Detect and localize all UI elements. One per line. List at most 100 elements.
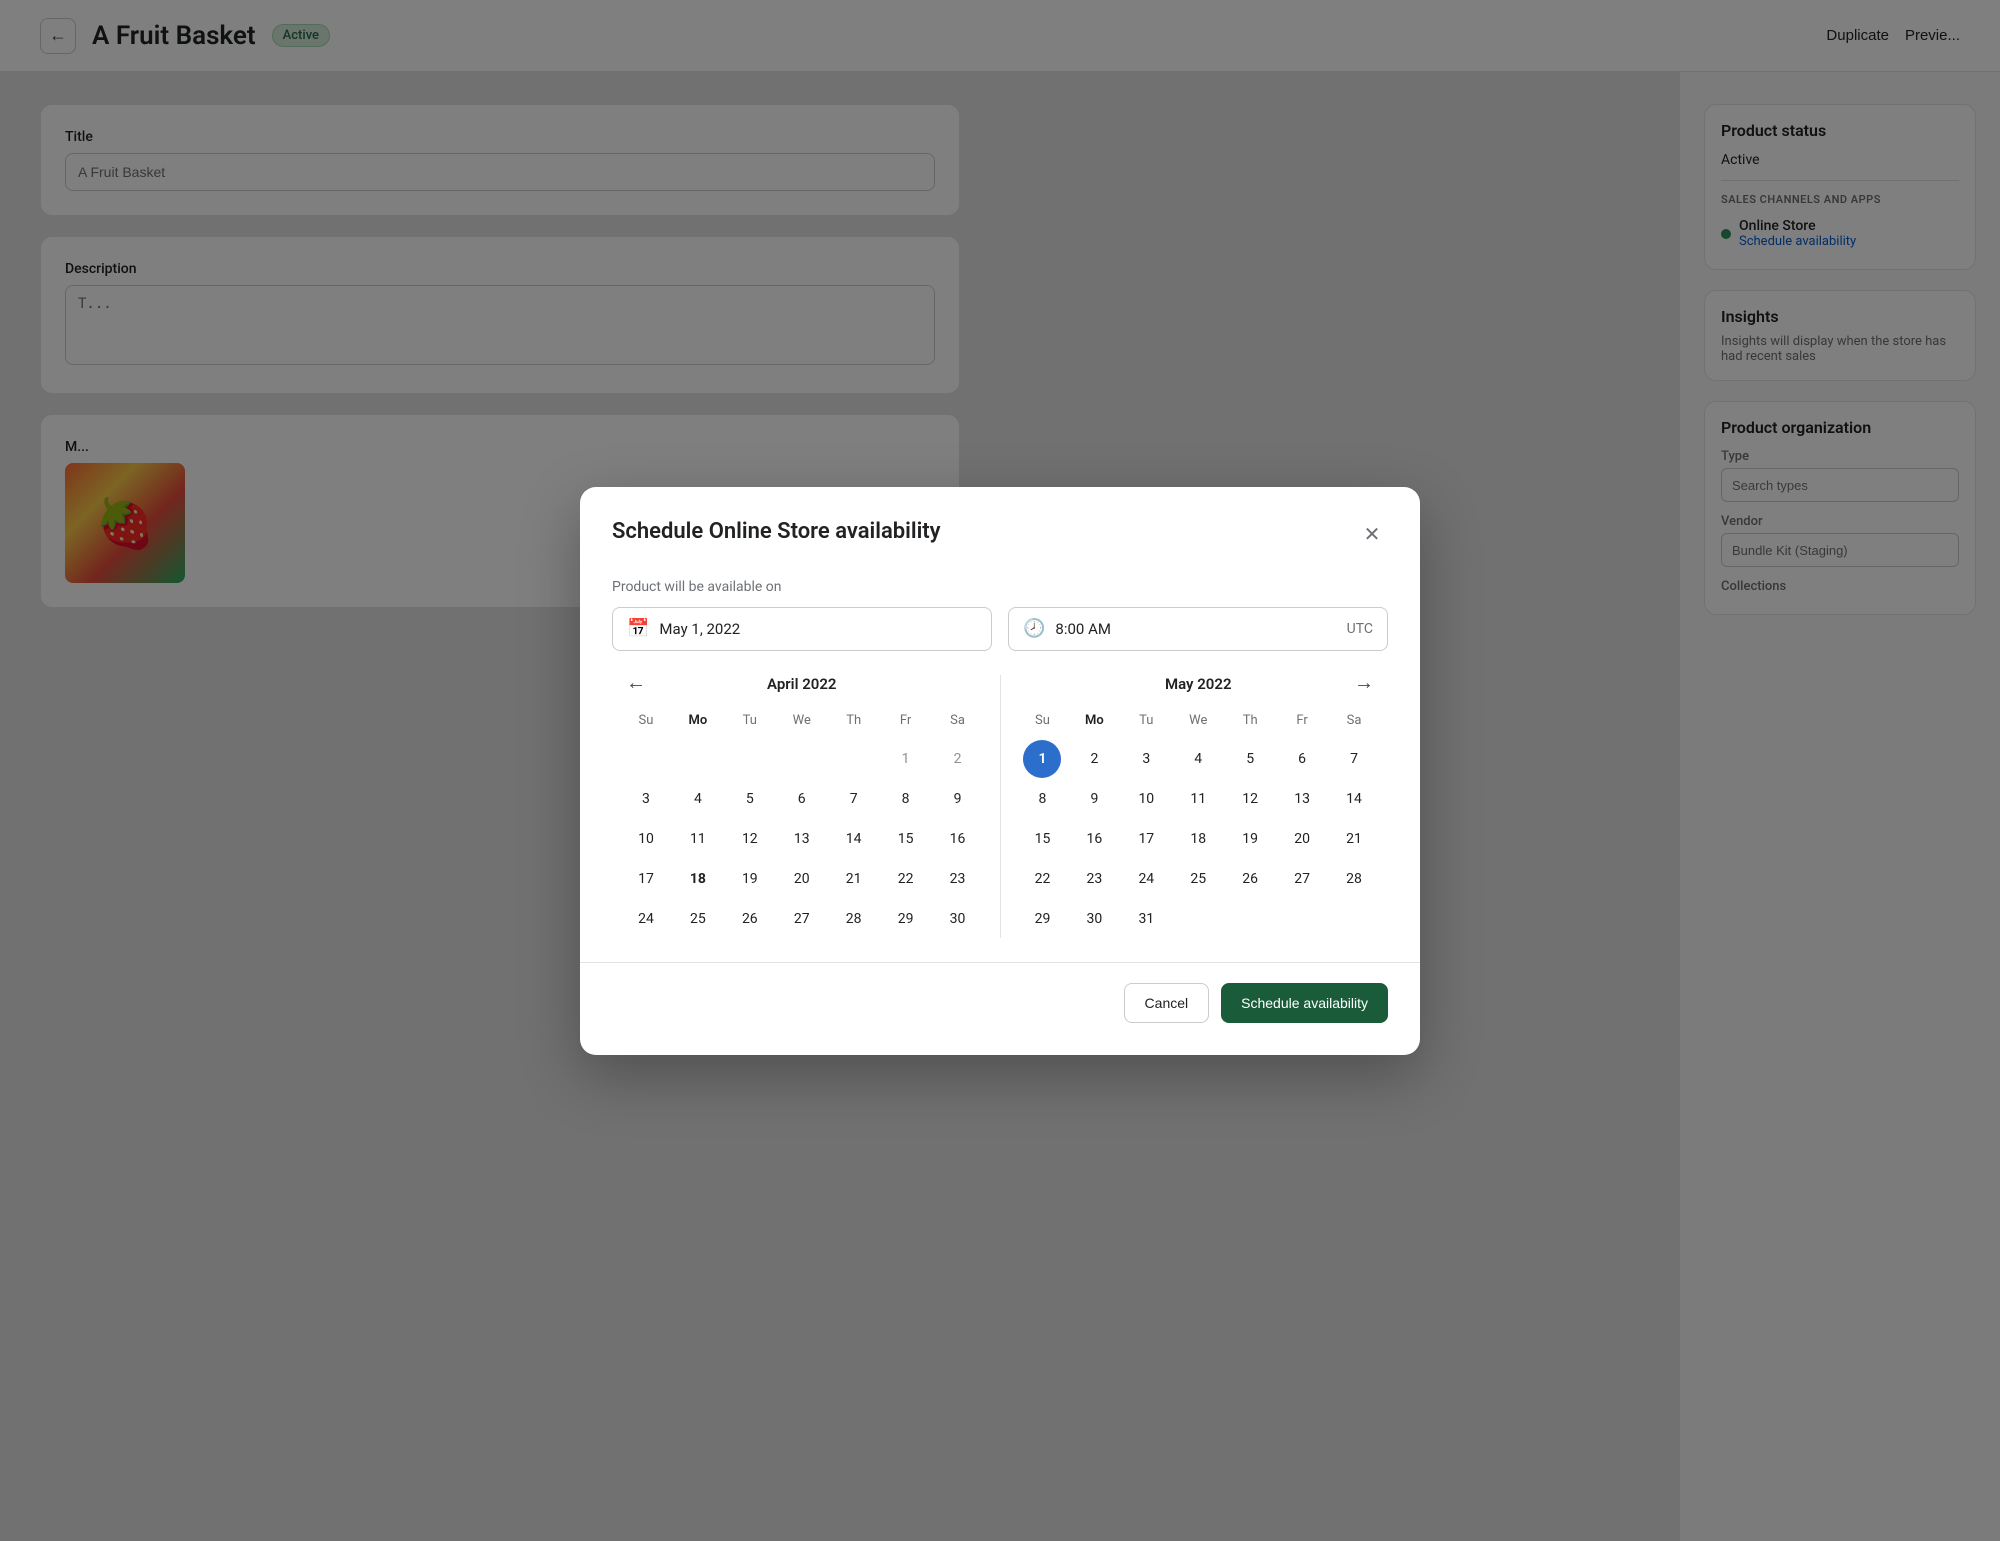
table-row[interactable]: 4 bbox=[1179, 740, 1217, 778]
table-row[interactable]: 2 bbox=[939, 740, 977, 778]
table-row[interactable]: 22 bbox=[1023, 860, 1061, 898]
table-row[interactable]: 23 bbox=[1075, 860, 1113, 898]
table-row[interactable]: 25 bbox=[1179, 860, 1217, 898]
weekday-th: Th bbox=[828, 709, 880, 732]
may-weekday-we: We bbox=[1172, 709, 1224, 732]
calendars-row: ← April 2022 Su Mo Tu We Th Fr Sa 123456… bbox=[612, 675, 1388, 938]
april-title: April 2022 bbox=[767, 675, 836, 693]
close-button[interactable]: ✕ bbox=[1356, 519, 1388, 551]
may-weekday-th: Th bbox=[1224, 709, 1276, 732]
table-row[interactable]: 17 bbox=[627, 860, 665, 898]
table-row bbox=[835, 740, 873, 778]
table-row[interactable]: 15 bbox=[887, 820, 925, 858]
table-row[interactable]: 15 bbox=[1023, 820, 1061, 858]
table-row[interactable]: 29 bbox=[1023, 900, 1061, 938]
table-row[interactable]: 13 bbox=[1283, 780, 1321, 818]
table-row[interactable]: 8 bbox=[887, 780, 925, 818]
table-row bbox=[1231, 900, 1269, 938]
table-row[interactable]: 29 bbox=[887, 900, 925, 938]
table-row[interactable]: 25 bbox=[679, 900, 717, 938]
table-row[interactable]: 13 bbox=[783, 820, 821, 858]
table-row[interactable]: 28 bbox=[835, 900, 873, 938]
table-row[interactable]: 22 bbox=[887, 860, 925, 898]
table-row[interactable]: 20 bbox=[783, 860, 821, 898]
modal-footer-separator bbox=[580, 962, 1420, 963]
weekday-fr: Fr bbox=[880, 709, 932, 732]
date-input[interactable]: 📅 May 1, 2022 bbox=[612, 607, 992, 651]
table-row[interactable]: 7 bbox=[835, 780, 873, 818]
table-row[interactable]: 6 bbox=[783, 780, 821, 818]
table-row[interactable]: 5 bbox=[731, 780, 769, 818]
table-row[interactable]: 10 bbox=[1127, 780, 1165, 818]
next-month-button[interactable]: → bbox=[1348, 668, 1380, 700]
table-row[interactable]: 19 bbox=[731, 860, 769, 898]
table-row[interactable]: 8 bbox=[1023, 780, 1061, 818]
table-row[interactable]: 1 bbox=[887, 740, 925, 778]
may-weekday-fr: Fr bbox=[1276, 709, 1328, 732]
weekday-mo: Mo bbox=[672, 709, 724, 732]
timezone-label: UTC bbox=[1347, 621, 1373, 637]
table-row[interactable]: 4 bbox=[679, 780, 717, 818]
table-row[interactable]: 16 bbox=[939, 820, 977, 858]
table-row[interactable]: 24 bbox=[1127, 860, 1165, 898]
table-row[interactable]: 12 bbox=[1231, 780, 1269, 818]
table-row[interactable]: 24 bbox=[627, 900, 665, 938]
table-row[interactable]: 17 bbox=[1127, 820, 1165, 858]
time-input[interactable]: 🕗 8:00 AM UTC bbox=[1008, 607, 1388, 651]
april-grid: 1234567891011121314151617181920212223242… bbox=[620, 740, 984, 938]
table-row[interactable]: 19 bbox=[1231, 820, 1269, 858]
table-row bbox=[679, 740, 717, 778]
table-row[interactable]: 10 bbox=[627, 820, 665, 858]
table-row[interactable]: 11 bbox=[679, 820, 717, 858]
table-row[interactable]: 20 bbox=[1283, 820, 1321, 858]
may-weekdays: Su Mo Tu We Th Fr Sa bbox=[1017, 709, 1381, 732]
table-row[interactable]: 3 bbox=[1127, 740, 1165, 778]
clock-icon: 🕗 bbox=[1023, 618, 1045, 639]
table-row[interactable]: 2 bbox=[1075, 740, 1113, 778]
may-calendar: May 2022 → Su Mo Tu We Th Fr Sa 12345678… bbox=[1009, 675, 1389, 938]
prev-month-button[interactable]: ← bbox=[620, 668, 652, 700]
table-row[interactable]: 7 bbox=[1335, 740, 1373, 778]
weekday-sa: Sa bbox=[932, 709, 984, 732]
table-row[interactable]: 11 bbox=[1179, 780, 1217, 818]
table-row[interactable]: 30 bbox=[1075, 900, 1113, 938]
may-weekday-mo: Mo bbox=[1068, 709, 1120, 732]
table-row bbox=[627, 740, 665, 778]
may-weekday-tu: Tu bbox=[1120, 709, 1172, 732]
april-calendar: ← April 2022 Su Mo Tu We Th Fr Sa 123456… bbox=[612, 675, 992, 938]
table-row[interactable]: 14 bbox=[1335, 780, 1373, 818]
table-row[interactable]: 9 bbox=[1075, 780, 1113, 818]
weekday-su: Su bbox=[620, 709, 672, 732]
date-value: May 1, 2022 bbox=[659, 620, 740, 638]
table-row[interactable]: 31 bbox=[1127, 900, 1165, 938]
schedule-availability-button[interactable]: Schedule availability bbox=[1221, 983, 1388, 1023]
table-row[interactable]: 6 bbox=[1283, 740, 1321, 778]
may-title: May 2022 bbox=[1165, 675, 1232, 693]
table-row[interactable]: 3 bbox=[627, 780, 665, 818]
table-row[interactable]: 26 bbox=[731, 900, 769, 938]
table-row[interactable]: 18 bbox=[679, 860, 717, 898]
table-row[interactable]: 26 bbox=[1231, 860, 1269, 898]
table-row[interactable]: 21 bbox=[835, 860, 873, 898]
table-row[interactable]: 12 bbox=[731, 820, 769, 858]
table-row[interactable]: 14 bbox=[835, 820, 873, 858]
table-row[interactable]: 27 bbox=[783, 900, 821, 938]
table-row[interactable]: 5 bbox=[1231, 740, 1269, 778]
cancel-button[interactable]: Cancel bbox=[1124, 983, 1210, 1023]
table-row[interactable]: 18 bbox=[1179, 820, 1217, 858]
may-weekday-su: Su bbox=[1017, 709, 1069, 732]
table-row[interactable]: 30 bbox=[939, 900, 977, 938]
weekday-tu: Tu bbox=[724, 709, 776, 732]
table-row[interactable]: 16 bbox=[1075, 820, 1113, 858]
table-row[interactable]: 27 bbox=[1283, 860, 1321, 898]
may-weekday-sa: Sa bbox=[1328, 709, 1380, 732]
modal: Schedule Online Store availability ✕ Pro… bbox=[580, 487, 1420, 1055]
calendar-icon: 📅 bbox=[627, 618, 649, 639]
table-row[interactable]: 23 bbox=[939, 860, 977, 898]
time-value: 8:00 AM bbox=[1055, 620, 1336, 638]
table-row[interactable]: 28 bbox=[1335, 860, 1373, 898]
calendar-separator bbox=[1000, 675, 1001, 938]
table-row[interactable]: 21 bbox=[1335, 820, 1373, 858]
table-row[interactable]: 9 bbox=[939, 780, 977, 818]
table-row[interactable]: 1 bbox=[1023, 740, 1061, 778]
